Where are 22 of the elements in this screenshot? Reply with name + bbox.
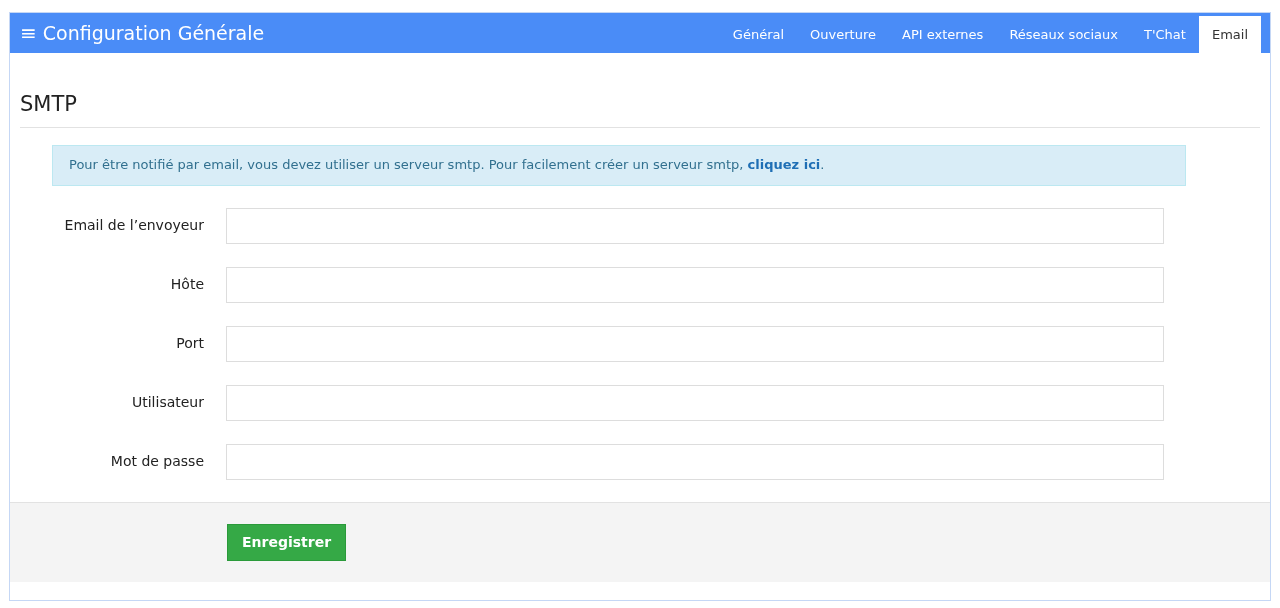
field-label: Hôte	[169, 275, 205, 294]
tab[interactable]: Général	[719, 16, 798, 53]
section-title: SMTP	[20, 89, 1260, 128]
input-field[interactable]	[226, 207, 1164, 244]
field-label: Utilisateur	[131, 393, 205, 412]
input-field[interactable]	[226, 325, 1164, 362]
info-alert: Pour être notifié par email, vous devez utiliser un serveur smtp. Pour facilement créer un serveur smtp, cliquez ici.	[52, 144, 1186, 186]
input-field[interactable]	[226, 266, 1164, 303]
save-button[interactable]: Enregistrer	[227, 523, 347, 561]
tab[interactable]: Ouverture	[797, 16, 889, 53]
create-smtp-link[interactable]: cliquez ici	[747, 157, 821, 173]
input-field[interactable]	[226, 443, 1164, 480]
menu-icon[interactable]: ≡	[20, 23, 37, 43]
tab[interactable]: Réseaux sociaux	[996, 16, 1131, 53]
field-label: Email de l’envoyeur	[63, 216, 205, 235]
tab[interactable]: API externes	[889, 16, 997, 53]
page-title: Configuration Générale	[42, 20, 265, 46]
field-label: Port	[175, 334, 205, 353]
input-field[interactable]	[226, 384, 1164, 421]
tab[interactable]: T'Chat	[1131, 16, 1199, 53]
tab[interactable]: Email	[1198, 16, 1261, 53]
field-label: Mot de passe	[109, 452, 205, 471]
